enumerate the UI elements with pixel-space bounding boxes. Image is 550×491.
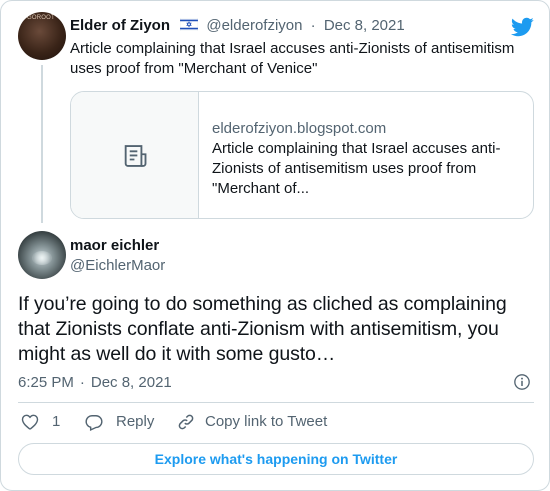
link-icon — [178, 414, 194, 430]
copy-link-label: Copy link to Tweet — [205, 413, 328, 430]
heart-icon — [21, 414, 39, 430]
header-separator: · — [310, 17, 316, 34]
main-author-handle[interactable]: @EichlerMaor — [70, 256, 165, 276]
avatar-maor-eichler[interactable] — [18, 231, 66, 279]
tweet-actions: 1 Reply Copy link to Tweet — [18, 412, 418, 434]
link-domain: elderofziyon.blogspot.com — [212, 120, 387, 137]
parent-author-name[interactable]: Elder of Ziyon — [70, 17, 170, 34]
tweet-timestamp[interactable]: 6:25 PM · Dec 8, 2021 — [18, 373, 172, 393]
parent-tweet-header: Elder of Ziyon @elderofziyon · Dec 8, 20… — [70, 16, 405, 36]
thread-connector-line — [41, 65, 43, 223]
parent-author-handle[interactable]: @elderofziyon — [206, 17, 302, 34]
reply-label: Reply — [116, 413, 155, 430]
israel-flag-icon — [180, 18, 199, 31]
reply-icon — [85, 415, 103, 432]
avatar-text: GOROOT — [27, 15, 55, 21]
main-tweet-text: If you’re going to do something as clich… — [18, 293, 507, 365]
explore-twitter-button[interactable]: Explore what's happening on Twitter — [18, 443, 534, 475]
link-thumbnail — [71, 92, 199, 218]
document-icon — [124, 145, 147, 167]
info-icon[interactable] — [512, 372, 532, 392]
embedded-tweet-card: GOROOT Elder of Ziyon @elderofziyon · De… — [0, 0, 550, 491]
tweet-time: 6:25 PM — [18, 374, 74, 391]
main-author-name[interactable]: maor eichler — [70, 236, 159, 256]
tweet-date: Dec 8, 2021 — [90, 374, 172, 391]
parent-tweet-date[interactable]: Dec 8, 2021 — [324, 17, 405, 34]
twitter-bird-icon[interactable] — [510, 15, 534, 39]
avatar-photo-detail — [32, 251, 52, 265]
link-body: elderofziyon.blogspot.com Article compla… — [212, 119, 522, 199]
link-preview-card[interactable]: elderofziyon.blogspot.com Article compla… — [70, 91, 534, 219]
timestamp-separator: · — [79, 374, 85, 391]
link-description: Article complaining that Israel accuses … — [212, 140, 501, 197]
avatar-elder-of-ziyon[interactable]: GOROOT — [18, 12, 66, 60]
like-button[interactable]: 1 — [20, 412, 60, 432]
copy-link-button[interactable]: Copy link to Tweet — [176, 412, 327, 432]
parent-tweet-text: Article complaining that Israel accuses … — [70, 40, 515, 77]
divider — [18, 402, 534, 403]
like-count: 1 — [52, 413, 61, 430]
reply-button[interactable]: Reply — [84, 412, 154, 432]
